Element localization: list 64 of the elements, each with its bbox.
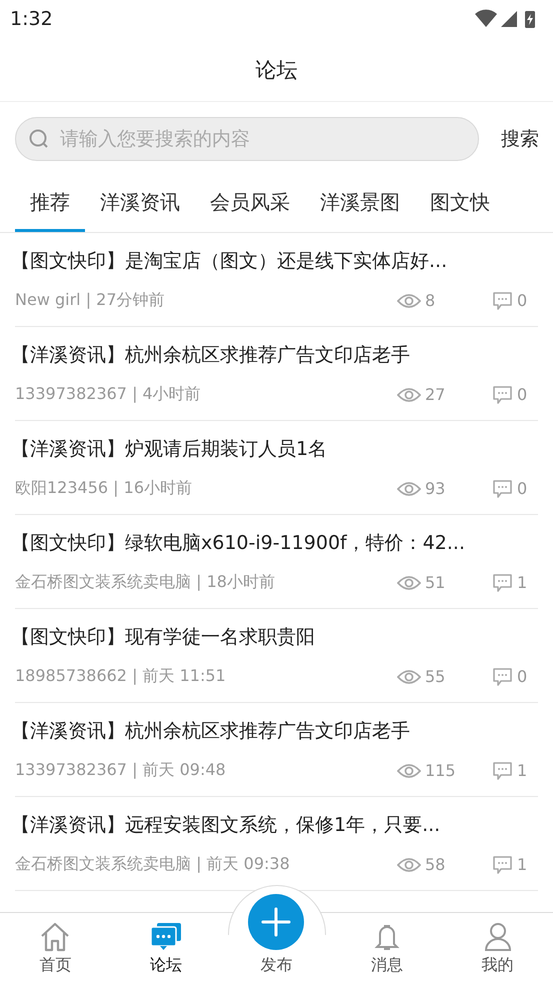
comment-icon	[492, 290, 513, 310]
nav-item[interactable]: 发布	[221, 889, 332, 984]
post-meta: 13397382367 | 4小时前	[15, 384, 202, 405]
post-meta: New girl | 27分钟前	[15, 290, 166, 311]
plus-icon	[248, 894, 304, 950]
post-title[interactable]: 【洋溪资讯】炉观请后期装订人员1名	[11, 436, 538, 462]
eye-icon	[397, 292, 421, 308]
post-title[interactable]: 【图文快印】是淘宝店（图文）还是线下实体店好...	[11, 248, 538, 274]
page-title: 论坛	[256, 56, 298, 84]
view-count: 93	[425, 479, 446, 498]
post-meta: 欧阳123456 | 16小时前	[15, 478, 193, 499]
user-icon	[482, 922, 513, 952]
search-icon	[28, 128, 50, 150]
post-title[interactable]: 【图文快印】绿软电脑x610-i9-11900f，特价：42...	[11, 530, 538, 556]
comment-icon	[492, 572, 513, 592]
category-tab[interactable]: 图文快	[415, 179, 505, 232]
view-count: 55	[425, 667, 446, 686]
comment-icon	[492, 384, 513, 404]
status-time: 1:32	[10, 8, 53, 30]
post-meta: 13397382367 | 前天 09:48	[15, 760, 227, 781]
category-tab[interactable]: 推荐	[15, 179, 85, 232]
comment-count: 1	[517, 855, 528, 874]
comment-icon	[492, 478, 513, 498]
nav-item[interactable]: 首页	[0, 913, 111, 984]
eye-icon	[397, 762, 421, 778]
post-title[interactable]: 【洋溪资讯】远程安装图文系统，保修1年，只要...	[11, 812, 538, 838]
comment-icon	[492, 854, 513, 874]
comment-count: 0	[517, 385, 528, 404]
view-count: 27	[425, 385, 446, 404]
view-count: 8	[425, 291, 436, 310]
eye-icon	[397, 386, 421, 402]
search-field[interactable]: 请输入您要搜索的内容	[15, 117, 479, 161]
post-meta: 金石桥图文装系统卖电脑 | 前天 09:38	[15, 854, 291, 875]
post-title[interactable]: 【图文快印】现有学徒一名求职贵阳	[11, 624, 538, 650]
nav-item[interactable]: 我的	[442, 913, 553, 984]
category-tab[interactable]: 洋溪景图	[305, 179, 415, 232]
eye-icon	[397, 856, 421, 872]
comment-icon	[492, 760, 513, 780]
comment-icon	[492, 666, 513, 686]
comment-count: 0	[517, 291, 528, 310]
signal-icon	[501, 11, 517, 27]
eye-icon	[397, 480, 421, 496]
eye-icon	[397, 668, 421, 684]
view-count: 58	[425, 855, 446, 874]
nav-item[interactable]: 消息	[332, 913, 442, 984]
comment-count: 1	[517, 761, 528, 780]
view-count: 51	[425, 573, 446, 592]
comment-count: 0	[517, 479, 528, 498]
battery-icon	[525, 11, 535, 28]
post-meta: 18985738662 | 前天 11:51	[15, 666, 227, 687]
category-tab[interactable]: 洋溪资讯	[85, 179, 195, 232]
post-title[interactable]: 【洋溪资讯】杭州余杭区求推荐广告文印店老手	[11, 718, 538, 744]
view-count: 115	[425, 761, 456, 780]
post-meta: 金石桥图文装系统卖电脑 | 18小时前	[15, 572, 276, 593]
search-button[interactable]: 搜索	[501, 126, 539, 152]
chat-bubbles-icon	[150, 922, 182, 952]
home-icon	[39, 922, 72, 952]
nav-item[interactable]: 论坛	[110, 913, 222, 984]
category-tab[interactable]: 会员风采	[195, 179, 305, 232]
comment-count: 1	[517, 573, 528, 592]
post-title[interactable]: 【洋溪资讯】杭州余杭区求推荐广告文印店老手	[11, 342, 538, 368]
comment-count: 0	[517, 667, 528, 686]
wifi-icon	[475, 10, 497, 27]
eye-icon	[397, 574, 421, 590]
